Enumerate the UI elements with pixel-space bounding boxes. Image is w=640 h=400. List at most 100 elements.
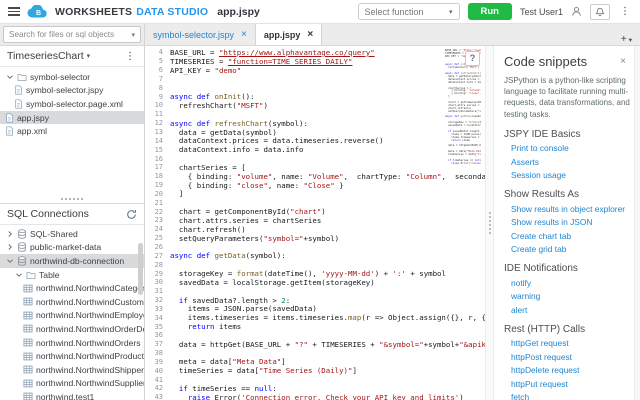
tree-item[interactable]: northwind.NorthwindEmployees [0,309,144,323]
snippet-link[interactable]: httpPut request [511,379,630,389]
snippet-link[interactable]: Print to console [511,143,630,153]
code-line[interactable]: 7 [145,75,485,84]
snippet-link[interactable]: Asserts [511,157,630,167]
tree-item[interactable]: northwind.NorthwindOrderDetails [0,322,144,336]
snippet-link[interactable]: Show results in JSON [511,217,630,227]
snippet-link[interactable]: Session usage [511,170,630,180]
code-line[interactable]: 25 setQueryParameters("symbol="+symbol) [145,234,485,243]
code-line[interactable]: 19 { binding: "close", name: "Close" } [145,181,485,190]
code-line[interactable]: 8 [145,83,485,92]
snippet-link[interactable]: httpPost request [511,352,630,362]
tab-close-icon[interactable]: × [241,29,247,40]
tree-item[interactable]: northwind.test1 [0,390,144,400]
tree-item[interactable]: public-market-data [0,241,144,255]
code-line[interactable]: 21 [145,198,485,207]
code-line[interactable]: 38 [145,349,485,358]
code-line[interactable]: 42 if timeSeries == null: [145,384,485,393]
header-kebab-menu more-icon[interactable]: ⋮ [618,6,632,17]
snippet-link[interactable]: warning [511,291,630,301]
snippet-link[interactable]: httpGet request [511,338,630,348]
code-line[interactable]: 12 async def refreshChart(symbol): [145,119,485,128]
code-line[interactable]: 30 savedData = localStorage.getItem(stor… [145,278,485,287]
close-icon[interactable]: × [620,56,626,67]
tab-symbol-selector.jspy[interactable]: symbol-selector.jspy × [145,24,255,45]
run-button[interactable]: Run [467,3,512,20]
code-line[interactable]: 4 BASE_URL = "https://www.alphavantage.co… [145,48,485,57]
menu-icon[interactable] [8,7,20,16]
code-line[interactable]: 6 API_KEY = "demo" [145,66,485,75]
code-line[interactable]: 28 [145,260,485,269]
tree-item[interactable]: northwind.NorthwindShippers [0,363,144,377]
tree-item[interactable]: northwind.NorthwindProducts [0,349,144,363]
snippet-link[interactable]: Show results in object explorer [511,204,630,214]
editor-panel-resize-handle[interactable] [485,46,494,400]
snippet-link[interactable]: httpDelete request [511,365,630,375]
snippets-vscrollbar[interactable] [634,46,640,400]
code-line[interactable]: 41 [145,375,485,384]
tree-item[interactable]: SQL-Shared [0,227,144,241]
tree-item[interactable]: symbol-selector.jspy [0,84,144,98]
code-line[interactable]: 24 chart.refresh() [145,225,485,234]
tree-item[interactable]: Table [0,268,144,282]
code-line[interactable]: 40 timeSeries = data["Time Series (Daily… [145,366,485,375]
tree-item[interactable]: northwind-db-connection [0,254,144,268]
tree-item[interactable]: app.jspy [0,110,144,125]
tab-app.jspy[interactable]: app.jspy × [254,24,323,45]
sidebar-scrollbar[interactable] [138,243,143,295]
code-line[interactable]: 26 [145,243,485,252]
file-search-input[interactable]: Search for files or sql objects ▾ [3,26,141,43]
notifications-button[interactable] [590,3,610,20]
add-tab-button[interactable]: + ▾ [621,34,632,45]
code-line[interactable]: 16 [145,154,485,163]
snippet-link[interactable]: fetch [511,392,630,400]
tree-item[interactable]: symbol-selector [0,70,144,84]
chevron-right-icon[interactable] [5,230,14,238]
code-line[interactable]: 20 ] [145,189,485,198]
code-line[interactable]: 36 [145,331,485,340]
chevron-down-icon[interactable] [14,271,23,279]
code-line[interactable]: 35 return items [145,322,485,331]
code-line[interactable]: 11 [145,110,485,119]
code-line[interactable]: 23 chart.attrs.series = chartSeries [145,216,485,225]
code-line[interactable]: 17 chartSeries = [ [145,163,485,172]
project-panel-header[interactable]: TimeseriesChart ▾ ⋮ [0,46,144,67]
code-line[interactable]: 43 raise Error('Connection error. Check … [145,393,485,400]
code-line[interactable]: 34 items.timeseries = items.timeseries.m… [145,313,485,322]
tree-item[interactable]: northwind.NorthwindOrders [0,336,144,350]
help-button[interactable]: ? [465,51,480,66]
snippet-link[interactable]: Create chart tab [511,231,630,241]
chevron-down-icon[interactable] [5,257,14,265]
code-editor[interactable]: 4 BASE_URL = "https://www.alphavantage.co… [145,46,485,400]
code-line[interactable]: 18 { binding: "volume", name: "Volume", … [145,172,485,181]
refresh-icon[interactable] [126,209,137,220]
tree-item[interactable]: northwind.NorthwindCustomers [0,295,144,309]
chevron-right-icon[interactable] [5,243,14,251]
code-line[interactable]: 37 data = httpGet(BASE_URL + "?" + TIMES… [145,340,485,349]
code-line[interactable]: 29 storageKey = format(dateTime(), 'yyyy… [145,269,485,278]
code-line[interactable]: 32 if savedData?.length > 2: [145,296,485,305]
tree-item[interactable]: app.xml [0,124,144,138]
code-line[interactable]: 22 chart = getComponentById("chart") [145,207,485,216]
tree-item[interactable]: symbol-selector.page.xml [0,97,144,111]
tab-close-icon[interactable]: × [307,29,313,40]
code-line[interactable]: 5 TIMESERIES = "function=TIME_SERIES_DAIL… [145,57,485,66]
panel-resize-handle[interactable] [0,195,144,203]
code-line[interactable]: 33 items = JSON.parse(savedData) [145,304,485,313]
code-line[interactable]: 31 [145,287,485,296]
code-line[interactable]: 27 async def getData(symbol): [145,251,485,260]
code-line[interactable]: 39 meta = data["Meta Data"] [145,357,485,366]
code-line[interactable]: 15 dataContext.info = data.info [145,145,485,154]
tree-item[interactable]: northwind.NorthwindCategories [0,281,144,295]
project-kebab-menu more-icon[interactable]: ⋮ [123,51,137,62]
code-line[interactable]: 14 dataContext.prices = data.timeseries.… [145,136,485,145]
tree-item[interactable]: northwind.NorthwindSuppliers [0,377,144,391]
snippet-link[interactable]: notify [511,278,630,288]
user-icon[interactable] [571,6,582,17]
snippet-link[interactable]: alert [511,305,630,315]
chevron-down-icon[interactable] [5,73,14,81]
snippet-link[interactable]: Create grid tab [511,244,630,254]
code-line[interactable]: 9 async def onInit(): [145,92,485,101]
minimap[interactable]: BASE_URL = "https://www.alphavantage.co/… [445,49,481,168]
code-line[interactable]: 10 refreshChart("MSFT") [145,101,485,110]
code-line[interactable]: 13 data = getData(symbol) [145,128,485,137]
